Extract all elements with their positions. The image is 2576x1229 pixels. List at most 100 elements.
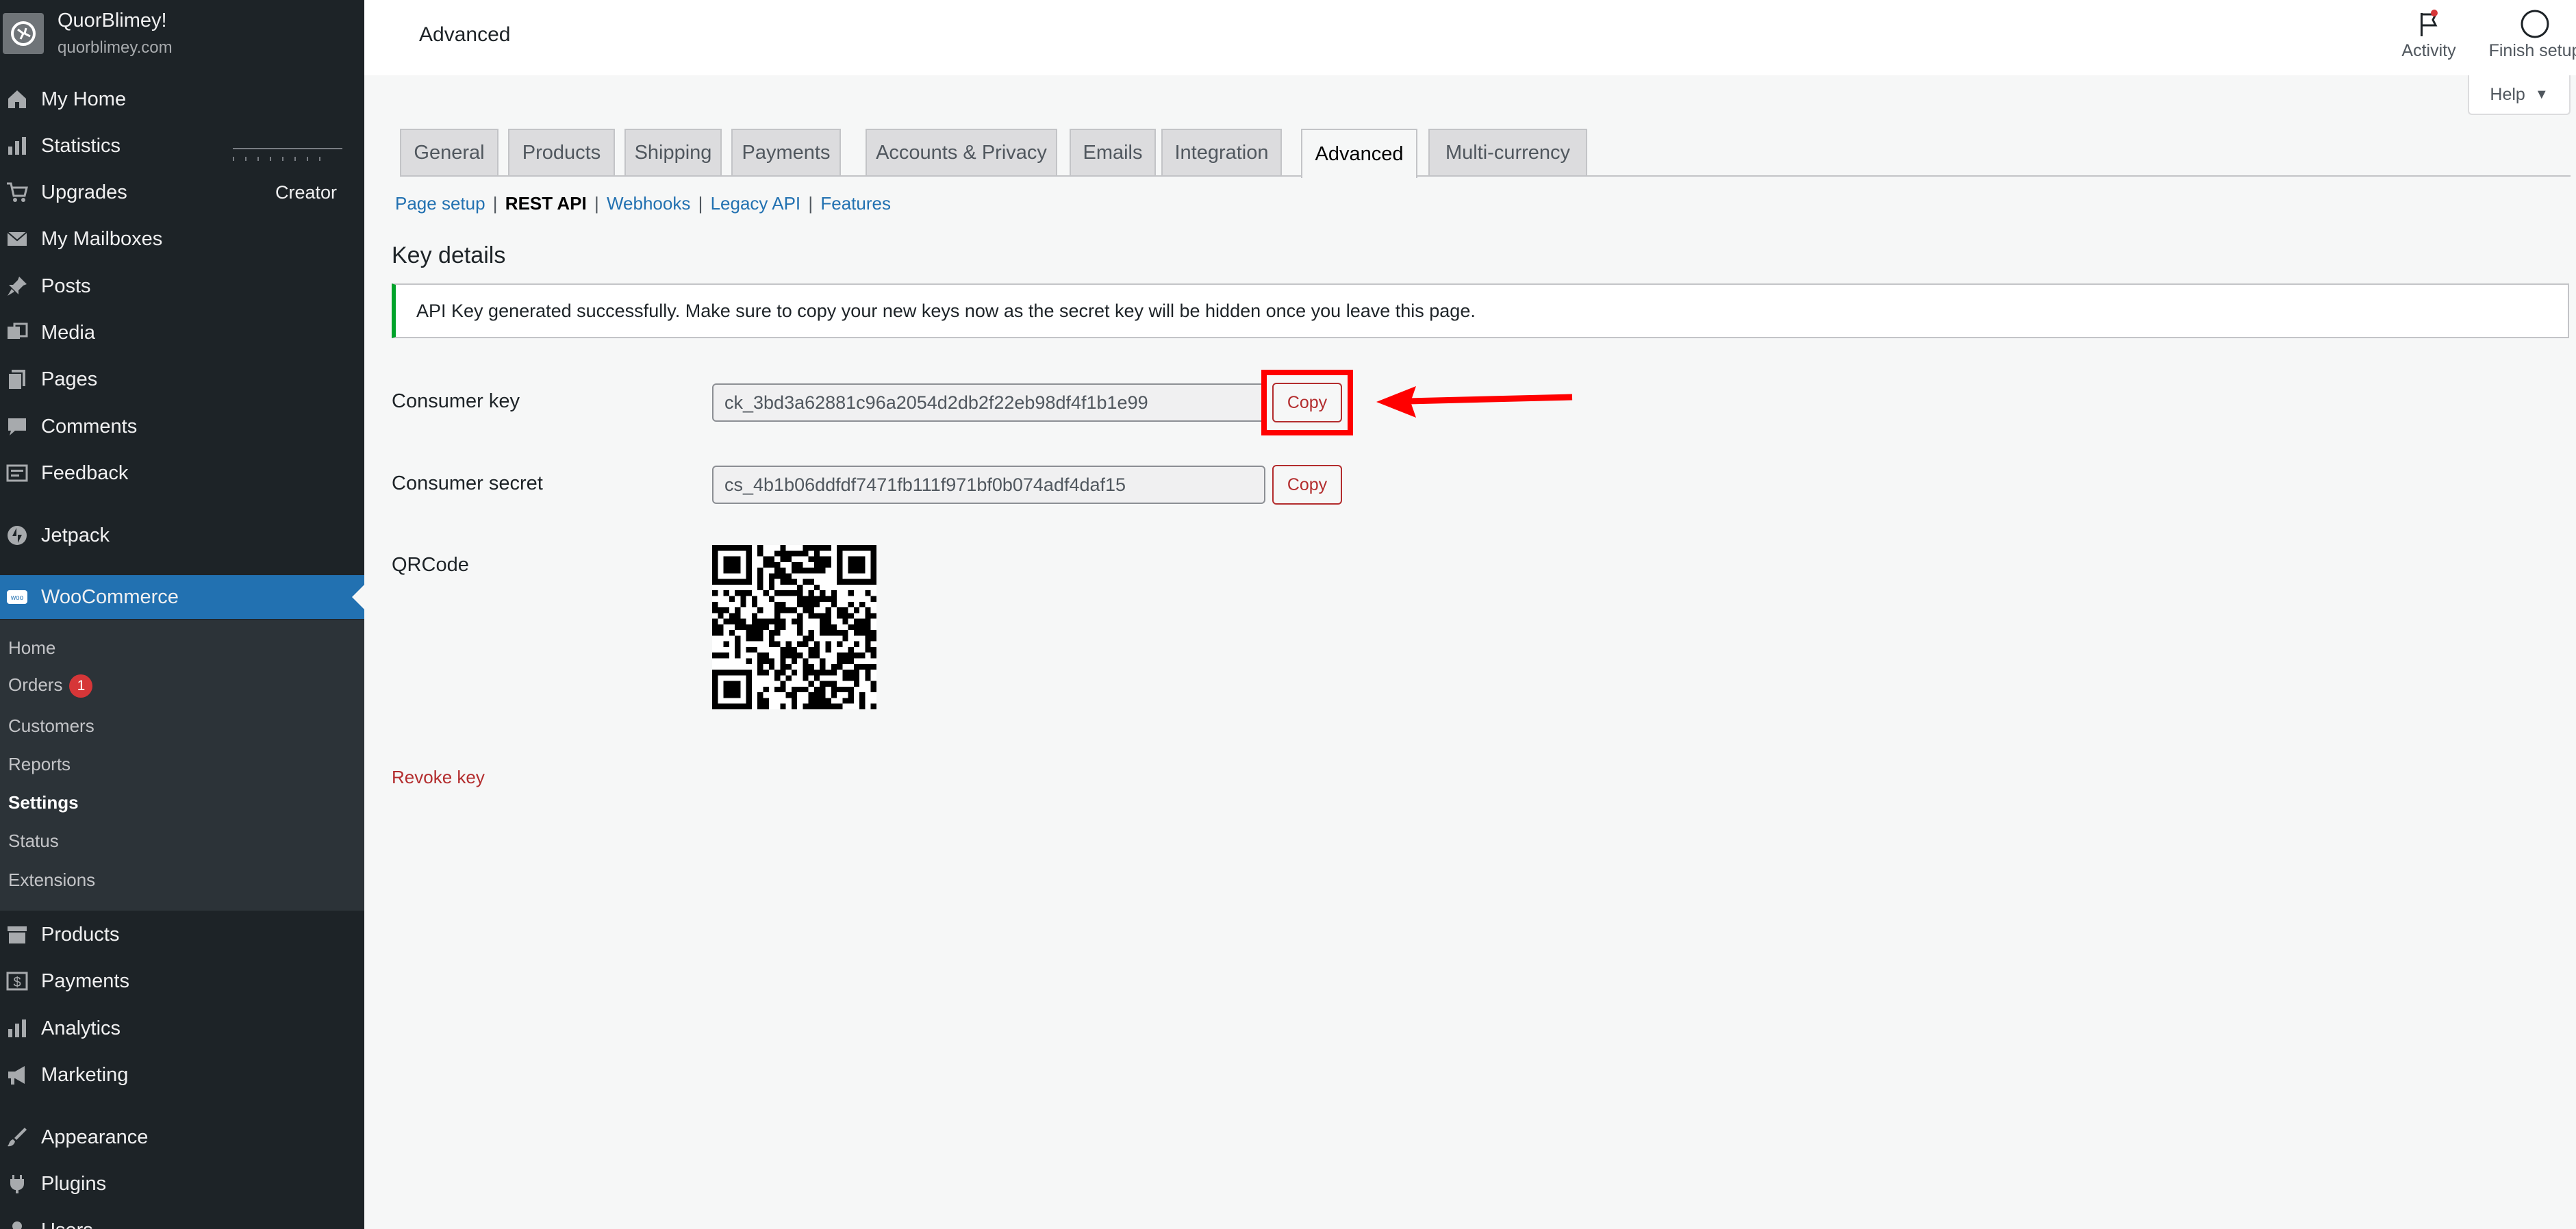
qr-code-image [712, 545, 876, 709]
tab-accounts-privacy[interactable]: Accounts & Privacy [866, 129, 1057, 175]
link-page-setup[interactable]: Page setup [395, 193, 485, 214]
menu-payments[interactable]: $ Payments [0, 959, 364, 1003]
submenu-settings[interactable]: Settings [8, 792, 79, 813]
menu-label: Jetpack [41, 524, 110, 546]
site-name: QuorBlimey! [58, 10, 167, 31]
comment-icon [4, 414, 30, 439]
consumer-key-field[interactable] [712, 383, 1265, 422]
consumer-secret-field[interactable] [712, 466, 1265, 504]
link-features[interactable]: Features [820, 193, 891, 214]
top-bar: Advanced Activity Finish setup [364, 0, 2576, 75]
site-header[interactable]: QuorBlimey! quorblimey.com [0, 0, 364, 72]
cart-icon [4, 180, 30, 205]
media-icon [4, 320, 30, 345]
jetpack-icon [4, 523, 30, 548]
copy-consumer-secret-button[interactable]: Copy [1272, 465, 1342, 505]
success-notice: API Key generated successfully. Make sur… [392, 283, 2569, 338]
help-button[interactable]: Help ▼ [2468, 75, 2571, 115]
finish-setup-button[interactable]: Finish setup [2487, 7, 2576, 61]
menu-feedback[interactable]: Feedback [0, 451, 364, 495]
progress-circle-icon [2487, 7, 2576, 41]
qrcode-label: QRCode [392, 554, 469, 576]
submenu-home[interactable]: Home [8, 637, 55, 659]
menu-analytics[interactable]: Analytics [0, 1006, 364, 1050]
dollar-icon: $ [4, 969, 30, 993]
menu-comments[interactable]: Comments [0, 405, 364, 448]
active-indicator [352, 585, 364, 609]
menu-label: Statistics [41, 134, 121, 157]
activity-label: Activity [2401, 41, 2456, 60]
tab-integration[interactable]: Integration [1161, 129, 1282, 175]
plug-icon [4, 1171, 30, 1196]
tab-shipping[interactable]: Shipping [624, 129, 722, 175]
tab-advanced[interactable]: Advanced [1301, 129, 1417, 178]
separator: | [698, 193, 703, 214]
tab-products[interactable]: Products [508, 129, 615, 175]
flag-icon [2391, 7, 2466, 41]
link-webhooks[interactable]: Webhooks [607, 193, 690, 214]
feedback-icon [4, 461, 30, 485]
menu-label: Feedback [41, 461, 129, 484]
menu-my-home[interactable]: My Home [0, 77, 364, 121]
menu-products[interactable]: Products [0, 913, 364, 956]
section-links: Page setup | REST API | Webhooks | Legac… [395, 193, 891, 214]
menu-jetpack[interactable]: Jetpack [0, 514, 364, 557]
finish-setup-label: Finish setup [2488, 41, 2576, 60]
pin-icon [4, 274, 30, 299]
tab-general[interactable]: General [400, 129, 498, 175]
menu-appearance[interactable]: Appearance [0, 1115, 364, 1159]
tab-multi-currency[interactable]: Multi-currency [1428, 129, 1587, 175]
menu-plugins[interactable]: Plugins [0, 1162, 364, 1206]
menu-media[interactable]: Media [0, 311, 364, 355]
menu-posts[interactable]: Posts [0, 264, 364, 308]
menu-label: My Mailboxes [41, 227, 163, 250]
menu-label: My Home [41, 88, 127, 110]
submenu-orders[interactable]: Orders 1 [8, 674, 93, 698]
submenu-status[interactable]: Status [8, 831, 59, 852]
menu-woocommerce[interactable]: woo WooCommerce [0, 575, 364, 619]
section-heading: Key details [392, 242, 506, 268]
menu-label: Analytics [41, 1017, 121, 1039]
menu-label: Products [41, 923, 120, 946]
link-legacy-api[interactable]: Legacy API [711, 193, 801, 214]
menu-marketing[interactable]: Marketing [0, 1053, 364, 1097]
menu-label: Marketing [41, 1063, 129, 1086]
tabs-divider [400, 175, 2571, 177]
svg-text:$: $ [13, 975, 21, 990]
menu-users[interactable]: Users [0, 1208, 364, 1229]
notice-text: API Key generated successfully. Make sur… [416, 300, 1476, 321]
woocommerce-submenu: Home Orders 1 Customers Reports Settings … [0, 620, 364, 911]
paintbrush-icon [4, 1125, 30, 1150]
menu-label: WooCommerce [41, 585, 179, 608]
consumer-secret-label: Consumer secret [392, 472, 543, 494]
menu-pages[interactable]: Pages [0, 357, 364, 401]
submenu-customers[interactable]: Customers [8, 715, 94, 737]
help-label: Help [2490, 84, 2525, 104]
submenu-extensions[interactable]: Extensions [8, 870, 95, 891]
svg-text:woo: woo [10, 594, 24, 602]
orders-count-badge: 1 [69, 674, 93, 698]
separator: | [808, 193, 813, 214]
menu-label: Payments [41, 970, 129, 992]
submenu-reports[interactable]: Reports [8, 754, 71, 775]
menu-label: Comments [41, 415, 138, 438]
annotation-arrow-icon [1376, 386, 1573, 418]
menu-statistics[interactable]: Statistics [0, 124, 364, 168]
tab-payments[interactable]: Payments [731, 129, 841, 175]
bar-chart-icon [4, 134, 30, 158]
tab-emails[interactable]: Emails [1070, 129, 1156, 175]
site-logo-icon [3, 13, 44, 54]
activity-button[interactable]: Activity [2391, 7, 2466, 61]
menu-label: Users [41, 1219, 93, 1229]
annotation-highlight-box [1261, 370, 1353, 435]
separator: | [594, 193, 599, 214]
menu-my-mailboxes[interactable]: My Mailboxes [0, 217, 364, 261]
link-rest-api[interactable]: REST API [505, 193, 587, 214]
woocommerce-icon: woo [4, 585, 30, 609]
analytics-icon [4, 1016, 30, 1041]
menu-upgrades[interactable]: Upgrades Creator [0, 170, 364, 214]
admin-sidebar: QuorBlimey! quorblimey.com My Home Stati… [0, 0, 364, 1229]
revoke-key-link[interactable]: Revoke key [392, 767, 485, 788]
menu-label: Upgrades [41, 181, 127, 203]
submenu-label: Orders [8, 674, 63, 695]
